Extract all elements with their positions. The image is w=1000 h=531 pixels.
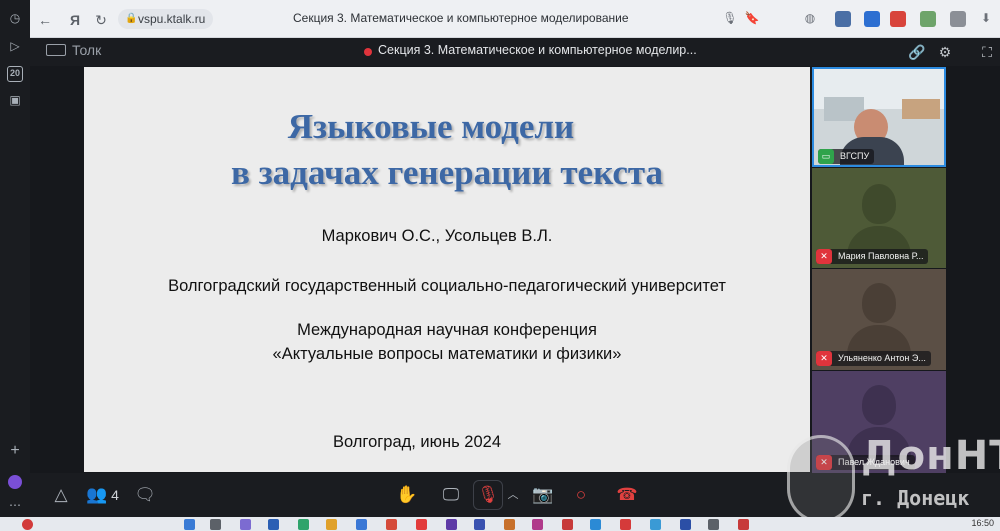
app-icon[interactable] — [590, 519, 601, 530]
app-icon[interactable] — [562, 519, 573, 530]
back-icon[interactable]: ← — [36, 11, 54, 29]
app-icon[interactable] — [620, 519, 631, 530]
participant-tile[interactable]: ✕ Павел Жданович — [812, 371, 946, 473]
mic-muted-icon[interactable]: 🎙 — [477, 484, 499, 506]
app-icon[interactable] — [298, 519, 309, 530]
app-icon[interactable] — [474, 519, 485, 530]
reload-icon[interactable]: ↻ — [92, 11, 110, 29]
extension-icon[interactable] — [950, 11, 966, 27]
participants-count: 4 — [111, 487, 119, 503]
slide-title-line1: Языковые модели — [287, 107, 575, 146]
app-icon[interactable] — [240, 519, 251, 530]
more-icon[interactable]: ⋯ — [7, 497, 23, 513]
os-taskbar: 16:50 — [0, 517, 1000, 531]
history-icon[interactable]: ◷ — [7, 10, 23, 26]
mic-muted-icon: ✕ — [816, 455, 832, 470]
address-bar[interactable]: 🔒 vspu.ktalk.ru — [118, 9, 214, 29]
participant-name: ВГСПУ — [840, 151, 870, 161]
participant-name-tag: ✕ Мария Павловна Р... — [816, 249, 929, 264]
record-icon[interactable]: ○ — [570, 484, 592, 506]
slide-conference-line1: Международная научная конференция — [297, 321, 597, 339]
lock-icon: 🔒 — [125, 13, 138, 24]
start-menu-icon[interactable] — [184, 519, 195, 530]
participant-tile[interactable]: ✕ Ульяненко Антон Э... — [812, 269, 946, 370]
conference-header: Толк Секция 3. Математическое и компьюте… — [30, 38, 1000, 66]
camera-off-icon[interactable]: 📷 — [532, 484, 554, 506]
app-icon[interactable] — [446, 519, 457, 530]
app-brand: Толк — [46, 42, 101, 58]
participant-name: Ульяненко Антон Э... — [838, 353, 926, 363]
slide-title-line2: в задачах генерации текста — [230, 153, 664, 192]
browser-toolbar: ← Я ↻ 🔒 vspu.ktalk.ru Секция 3. Математи… — [30, 0, 1000, 38]
app-icon[interactable] — [326, 519, 337, 530]
app-icon[interactable] — [504, 519, 515, 530]
slide-authors: Маркович О.С., Усольцев В.Л. — [321, 227, 553, 245]
app-icon[interactable] — [680, 519, 691, 530]
app-icon[interactable] — [650, 519, 661, 530]
slide-place-date: Волгоград, июнь 2024 — [332, 433, 502, 451]
notification-icon[interactable] — [22, 519, 33, 530]
participant-tile-active[interactable]: ▭ ВГСПУ — [812, 67, 946, 167]
screen-share-icon: ▭ — [818, 149, 834, 164]
screen-record-icon[interactable]: ▣ — [7, 92, 23, 108]
app-icon[interactable] — [708, 519, 719, 530]
participant-tile[interactable]: ✕ Мария Павловна Р... — [812, 168, 946, 268]
extension-icon[interactable] — [864, 11, 880, 27]
play-icon[interactable]: ▷ — [7, 38, 23, 54]
mic-muted-icon: ✕ — [816, 249, 832, 264]
app-icon[interactable] — [356, 519, 367, 530]
shared-screen-slide: Языковые модели в задачах генерации текс… — [84, 67, 810, 472]
participant-name-tag: ✕ Ульяненко Антон Э... — [816, 351, 931, 366]
page-tab-title: Секция 3. Математическое и компьютерное … — [293, 11, 629, 25]
browser-logo-icon[interactable]: Я — [66, 11, 84, 29]
participant-name-tag: ▭ ВГСПУ — [818, 149, 875, 164]
avatar-placeholder-icon — [847, 184, 911, 256]
search-icon[interactable] — [210, 519, 221, 530]
slide-university: Волгоградский государственный социально-… — [168, 277, 726, 295]
participant-name-tag: ✕ Павел Жданович — [816, 455, 915, 470]
avatar-placeholder-icon — [847, 283, 911, 355]
app-icon[interactable] — [738, 519, 749, 530]
extension-icon[interactable] — [920, 11, 936, 27]
extension-icon[interactable] — [835, 11, 851, 27]
screen-share-icon[interactable]: 🖵 — [440, 484, 462, 506]
app-icon[interactable] — [416, 519, 427, 530]
call-controls-toolbar: △ 👥 4 🗨 ✋ 🖵 🎙 ︿ 📷 ○ ☎ — [30, 473, 1000, 517]
hang-up-icon[interactable]: ☎ — [616, 484, 638, 506]
system-clock[interactable]: 16:50 — [971, 518, 994, 528]
chat-icon[interactable]: 🗨 — [134, 484, 156, 506]
address-url: vspu.ktalk.ru — [138, 12, 206, 26]
app-icon[interactable] — [268, 519, 279, 530]
mic-indicator-icon[interactable]: 🎙 — [722, 10, 738, 26]
slide-conference-line2: «Актуальные вопросы математики и физики» — [272, 345, 622, 363]
extension-icon[interactable] — [890, 11, 906, 27]
brand-name: Толк — [72, 42, 102, 58]
app-side-rail: ◷ ▷ 20 ▣ + ⋯ — [0, 0, 30, 531]
shapes-icon[interactable]: △ — [50, 484, 72, 506]
calendar-badge[interactable]: 20 — [7, 66, 23, 82]
fullscreen-icon[interactable]: ⛶ — [978, 43, 996, 61]
globe-icon[interactable]: ◍ — [802, 10, 818, 26]
mic-muted-icon: ✕ — [816, 351, 832, 366]
people-icon: 👥 — [86, 485, 108, 504]
raise-hand-icon[interactable]: ✋ — [396, 484, 418, 506]
downloads-icon[interactable]: ⬇ — [978, 10, 994, 26]
chevron-up-icon[interactable]: ︿ — [506, 484, 520, 506]
avatar-placeholder-icon — [847, 385, 911, 457]
camera-logo-icon — [46, 44, 66, 56]
settings-gear-icon[interactable]: ⚙ — [936, 43, 954, 61]
link-icon[interactable]: 🔗 — [908, 43, 926, 61]
conference-title: Секция 3. Математическое и компьютерное … — [378, 43, 697, 57]
add-icon[interactable]: + — [7, 443, 23, 459]
app-icon[interactable] — [532, 519, 543, 530]
video-table — [902, 99, 940, 119]
app-icon[interactable] — [386, 519, 397, 530]
assistant-icon[interactable] — [8, 475, 22, 489]
bookmark-icon[interactable]: 🔖 — [744, 10, 760, 26]
participants-button[interactable]: 👥 4 — [86, 484, 122, 506]
participant-name: Павел Жданович — [838, 457, 910, 467]
participant-name: Мария Павловна Р... — [838, 251, 924, 261]
recording-indicator-icon — [364, 48, 372, 56]
